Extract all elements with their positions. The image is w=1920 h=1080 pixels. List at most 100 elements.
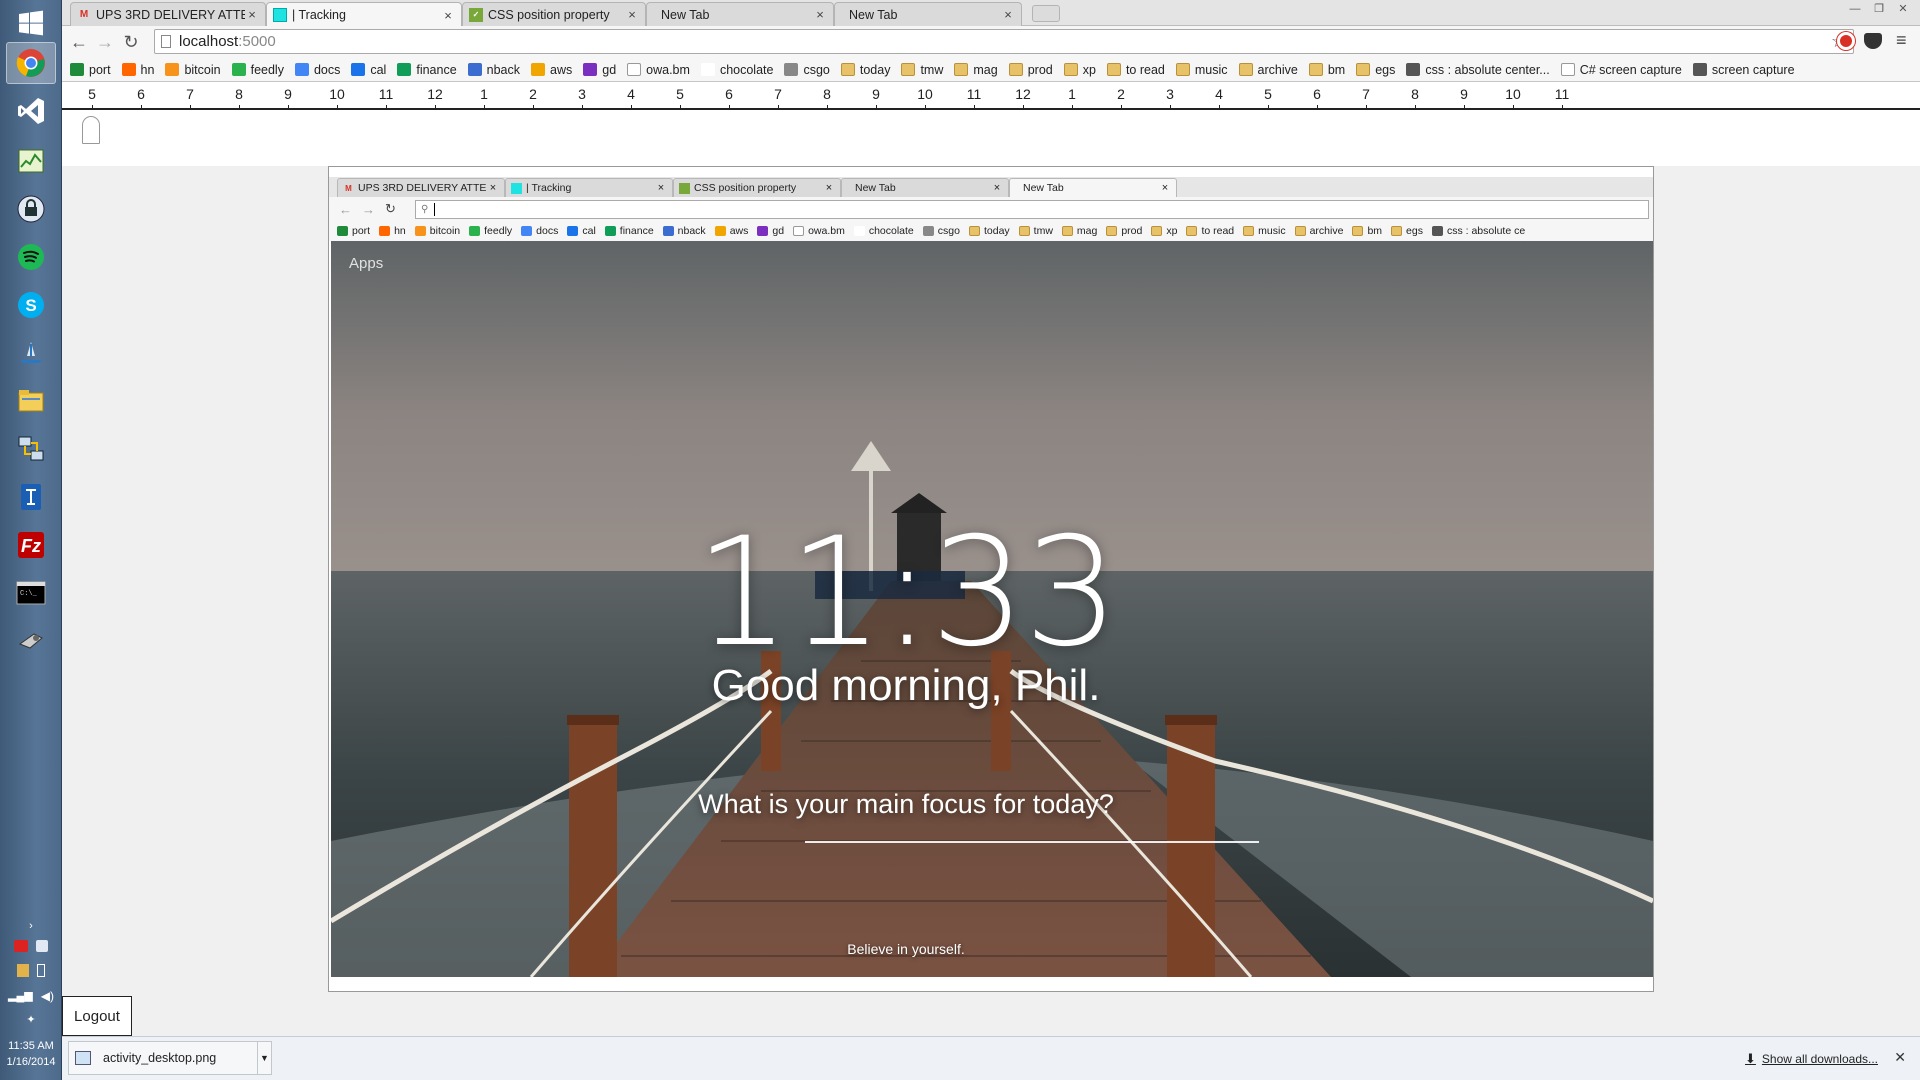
bookmark-feedly[interactable]: feedly (231, 63, 284, 77)
folder-icon (968, 226, 980, 236)
signal-tray-icon[interactable]: ▂▄▆ (8, 988, 33, 1004)
bookmark-prod[interactable]: prod (1008, 63, 1053, 77)
folder-icon (1106, 226, 1118, 236)
keepass-icon[interactable] (6, 188, 56, 230)
reload-icon[interactable]: ↻ (118, 29, 144, 55)
bookmark-gd[interactable]: gd (583, 63, 616, 77)
download-item[interactable]: activity_desktop.png ▼ (68, 1041, 272, 1075)
screenshot-bookmark-prod: prod (1106, 225, 1142, 237)
back-icon[interactable]: ← (66, 29, 92, 55)
ruler-hour-label: 5 (1264, 86, 1272, 102)
tray-expand-icon[interactable]: › (0, 918, 62, 934)
volume-tray-icon[interactable]: ◀) (41, 988, 54, 1004)
close-downloads-icon[interactable]: ✕ (1894, 1049, 1906, 1066)
gmail-icon: M (79, 9, 89, 20)
close-icon[interactable]: × (245, 7, 259, 22)
new-tab-button[interactable] (1032, 5, 1060, 22)
ruler-hour-label: 12 (1015, 86, 1031, 102)
forward-icon[interactable]: → (92, 29, 118, 55)
antivirus-tray-icon[interactable] (14, 940, 28, 952)
show-all-downloads-link[interactable]: ⬇ Show all downloads... (1745, 1051, 1878, 1067)
menu-icon[interactable]: ≡ (1896, 30, 1907, 51)
logout-button[interactable]: Logout (62, 996, 132, 1036)
aws-icon (531, 63, 546, 76)
bookmark-tmw[interactable]: tmw (901, 63, 943, 77)
ruler-tick (582, 105, 583, 108)
tab-tracking[interactable]: | Tracking × (266, 2, 462, 27)
bookmark-today[interactable]: today (840, 63, 890, 77)
tab-new-1[interactable]: New Tab × (646, 2, 834, 26)
bookmark-bm[interactable]: bm (1308, 63, 1345, 77)
filezilla-icon[interactable]: Fz (6, 524, 56, 566)
action-center-icon[interactable]: ✦ (0, 1012, 62, 1028)
ruler-hour-label: 2 (1117, 86, 1125, 102)
bookmark-finance[interactable]: finance (397, 63, 457, 77)
bookmark-chocolate[interactable]: chocolate (700, 62, 774, 77)
bookmark-csgo[interactable]: csgo (784, 63, 830, 77)
bookmark-c-screen-capture[interactable]: C# screen capture (1560, 63, 1682, 77)
windows-start-icon[interactable] (6, 2, 56, 44)
close-icon[interactable]: × (441, 8, 455, 23)
bookmark-css-absolute-center[interactable]: css : absolute center... (1406, 63, 1550, 77)
close-window-icon[interactable]: ✕ (1892, 2, 1914, 16)
task-manager-icon[interactable] (6, 140, 56, 182)
bookmark-mag[interactable]: mag (954, 63, 998, 77)
reload-icon: ↻ (385, 201, 396, 216)
search-icon: ⚲ (421, 204, 429, 215)
bookmark-owa-bm[interactable]: owa.bm (627, 63, 690, 77)
opera-extension-icon[interactable] (1837, 32, 1855, 50)
ruler-tick (1317, 105, 1318, 108)
tab-ups[interactable]: M UPS 3RD DELIVERY ATTEM × (70, 2, 266, 26)
network-icon[interactable] (6, 428, 56, 470)
pocket-extension-icon[interactable] (1864, 33, 1882, 49)
lock-tray-icon[interactable] (36, 940, 48, 952)
tab-new-2[interactable]: New Tab × (834, 2, 1022, 26)
close-icon[interactable]: × (625, 7, 639, 22)
file-explorer-icon[interactable] (6, 380, 56, 422)
folder-icon (1294, 226, 1306, 236)
taskbar-clock-date[interactable]: 1/16/2014 (0, 1054, 62, 1070)
notes-tray-icon[interactable] (17, 964, 29, 977)
command-prompt-icon[interactable]: C:\_ (6, 572, 56, 614)
minimize-icon[interactable]: — (1844, 2, 1866, 16)
desktop-screenshot[interactable]: M UPS 3RD DELIVERY ATTEM × | Tracking × … (328, 166, 1654, 992)
bookmark-to-read[interactable]: to read (1106, 63, 1165, 77)
bookmark-egs[interactable]: egs (1356, 63, 1395, 77)
bookmark-cal[interactable]: cal (351, 63, 386, 77)
taskbar-clock-time[interactable]: 11:35 AM (0, 1038, 62, 1054)
bookmark-music[interactable]: music (1175, 63, 1228, 77)
bookmark-docs[interactable]: docs (294, 63, 340, 77)
bookmark-screen-capture[interactable]: screen capture (1692, 63, 1795, 77)
bookmark-xp[interactable]: xp (1063, 63, 1096, 77)
flight-icon[interactable] (6, 332, 56, 374)
address-bar[interactable]: localhost:5000 ☆ (154, 29, 1854, 54)
visual-studio-icon[interactable] (6, 90, 56, 132)
ruler-hour-label: 1 (1068, 86, 1076, 102)
timeline-marker-icon[interactable] (82, 116, 100, 144)
bookmarks-bar: port hn bitcoin feedly docs cal finance nback aw… (62, 58, 1920, 82)
battery-tray-icon[interactable] (37, 964, 45, 977)
ruler-hour-label: 6 (1313, 86, 1321, 102)
bookmark-hn[interactable]: hn (121, 63, 154, 77)
page-icon (1560, 63, 1575, 76)
url-host: localhost (179, 33, 239, 50)
apps-link: Apps (349, 255, 384, 272)
close-icon[interactable]: × (813, 7, 827, 22)
tab-css-position[interactable]: ✓ CSS position property × (462, 2, 646, 26)
screenshot-tab-label: New Tab (855, 182, 896, 194)
tortoise-icon[interactable] (6, 476, 56, 518)
ruler-tick (1219, 105, 1220, 108)
chrome-icon[interactable] (6, 42, 56, 84)
chevron-down-icon[interactable]: ▼ (257, 1042, 271, 1074)
bookmark-nback[interactable]: nback (467, 63, 520, 77)
bookmark-label: chocolate (719, 62, 774, 77)
skype-icon[interactable]: S (6, 284, 56, 326)
settings-icon[interactable] (6, 620, 56, 662)
bookmark-aws[interactable]: aws (531, 63, 572, 77)
bookmark-archive[interactable]: archive (1238, 63, 1298, 77)
bookmark-bitcoin[interactable]: bitcoin (165, 63, 221, 77)
bookmark-port[interactable]: port (70, 63, 111, 77)
close-icon[interactable]: × (1001, 7, 1015, 22)
restore-icon[interactable]: ❐ (1868, 2, 1890, 16)
spotify-icon[interactable] (6, 236, 56, 278)
